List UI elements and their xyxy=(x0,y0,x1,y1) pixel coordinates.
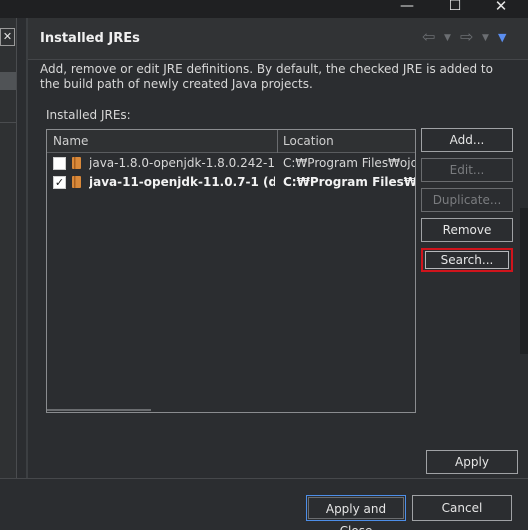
jre-name-cell: java-1.8.0-openjdk-1.8.0.242-1 xyxy=(89,156,275,170)
column-header-location[interactable]: Location xyxy=(283,134,334,148)
jre-library-icon xyxy=(72,176,81,188)
view-menu-icon[interactable]: ▼ xyxy=(498,31,506,44)
installed-jres-table[interactable]: Name Location java-1.8.0-openjdk-1.8.0.2… xyxy=(46,129,416,413)
duplicate-button[interactable]: Duplicate... xyxy=(421,188,513,212)
column-separator[interactable] xyxy=(277,130,278,153)
search-button[interactable]: Search... xyxy=(421,248,513,272)
apply-and-close-label: Apply and Close xyxy=(308,497,404,530)
back-arrow-icon[interactable]: ⇦ xyxy=(422,27,435,46)
window-title-bar: — ☐ ✕ xyxy=(0,0,528,18)
back-history-dropdown-icon[interactable]: ▼ xyxy=(444,33,451,43)
table-header: Name Location xyxy=(47,130,415,153)
apply-and-close-button[interactable]: Apply and Close xyxy=(306,495,406,530)
edit-button[interactable]: Edit... xyxy=(421,158,513,182)
forward-arrow-icon[interactable]: ⇨ xyxy=(460,27,473,46)
apply-button[interactable]: Apply xyxy=(426,450,518,474)
jre-location-cell: C:₩Program Files₩ojdkb xyxy=(283,156,415,170)
jre-name-cell: java-11-openjdk-11.0.7-1 (def xyxy=(89,175,275,189)
table-row[interactable]: java-1.8.0-openjdk-1.8.0.242-1 C:₩Progra… xyxy=(47,154,415,173)
remove-button[interactable]: Remove xyxy=(421,218,513,242)
close-window-button[interactable]: ✕ xyxy=(478,0,524,18)
add-button[interactable]: Add... xyxy=(421,128,513,152)
maximize-button[interactable]: ☐ xyxy=(432,0,478,18)
page-title: Installed JREs xyxy=(40,31,140,46)
page-header: Installed JREs ⇦ ▼ ⇨ ▼ ▼ xyxy=(28,18,528,60)
tree-divider xyxy=(0,122,16,123)
background-window-edge xyxy=(520,208,528,354)
search-button-label: Search... xyxy=(425,251,509,269)
page-description: Add, remove or edit JRE definitions. By … xyxy=(40,62,493,91)
selected-tree-item[interactable] xyxy=(0,72,16,90)
table-row[interactable]: ✓ java-11-openjdk-11.0.7-1 (def C:₩Progr… xyxy=(47,173,415,192)
column-header-name[interactable]: Name xyxy=(53,134,88,148)
cancel-button[interactable]: Cancel xyxy=(412,495,512,521)
jre-location-cell: C:₩Program Files₩ojdk xyxy=(283,175,415,189)
horizontal-scrollbar[interactable] xyxy=(47,409,151,411)
installed-jres-label: Installed JREs: xyxy=(46,108,131,122)
preferences-tree-pane: ✕ xyxy=(0,18,17,478)
jre-library-icon xyxy=(72,157,81,169)
forward-history-dropdown-icon[interactable]: ▼ xyxy=(482,33,489,43)
default-jre-checkbox[interactable] xyxy=(53,157,66,170)
default-jre-checkbox[interactable]: ✓ xyxy=(53,176,66,189)
minimize-button[interactable]: — xyxy=(384,0,430,18)
clear-filter-icon[interactable]: ✕ xyxy=(0,28,15,46)
pane-sash[interactable] xyxy=(26,18,28,478)
